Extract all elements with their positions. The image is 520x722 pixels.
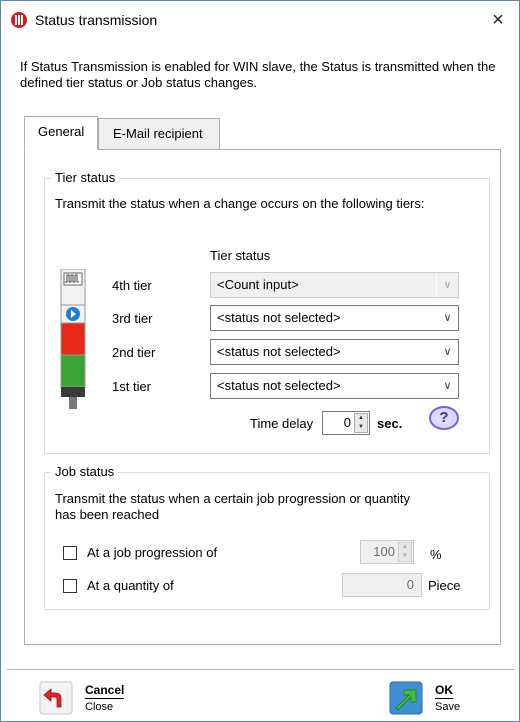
tier-3-status-select[interactable]: <status not selected> ∨	[210, 305, 459, 331]
window-title: Status transmission	[35, 12, 158, 28]
job-progression-checkbox[interactable]	[63, 546, 77, 560]
chevron-down-icon[interactable]: ∨	[436, 374, 458, 398]
tier-4-status-select: <Count input> ∨	[210, 272, 459, 298]
ok-title: OK	[435, 683, 453, 699]
chevron-down-icon[interactable]: ∨	[436, 340, 458, 364]
tier-4-status-value: <Count input>	[217, 277, 299, 292]
tier-2-status-value: <status not selected>	[217, 344, 341, 359]
cancel-title: Cancel	[85, 683, 125, 699]
tier-3-status-value: <status not selected>	[217, 310, 341, 325]
quantity-unit: Piece	[428, 578, 461, 593]
ok-button[interactable]: OK Save	[389, 681, 499, 717]
tier-1-status-select[interactable]: <status not selected> ∨	[210, 373, 459, 399]
job-progression-label: At a job progression of	[87, 545, 218, 560]
quantity-label: At a quantity of	[87, 578, 174, 593]
tier-label-3rd: 3rd tier	[112, 311, 153, 326]
close-icon[interactable]: ×	[483, 5, 513, 35]
job-progression-value: 100	[373, 544, 395, 559]
time-delay-spinner[interactable]: 0 ▲ ▼	[322, 411, 370, 435]
ok-subtitle: Save	[435, 701, 461, 713]
tab-general[interactable]: General	[24, 116, 98, 150]
chevron-down-icon: ∨	[436, 273, 458, 297]
tier-1-status-value: <status not selected>	[217, 378, 341, 393]
undo-arrow-icon	[39, 681, 73, 715]
time-delay-unit: sec.	[377, 416, 403, 431]
job-progression-spinner[interactable]: 100 ▲ ▼	[360, 540, 414, 564]
tier-status-description: Transmit the status when a change occurs…	[55, 196, 425, 211]
quantity-value: 0	[406, 577, 414, 592]
job-progression-unit: %	[430, 547, 442, 562]
chevron-down-icon[interactable]: ∨	[436, 306, 458, 330]
spin-buttons-icon[interactable]: ▲ ▼	[354, 413, 368, 433]
app-logo-icon	[11, 12, 27, 28]
quantity-input[interactable]: 0	[342, 573, 422, 597]
cancel-subtitle: Close	[85, 701, 114, 713]
title-bar: Status transmission ×	[1, 1, 519, 39]
info-description: If Status Transmission is enabled for WI…	[20, 59, 496, 90]
tier-2-status-select[interactable]: <status not selected> ∨	[210, 339, 459, 365]
job-status-group: Job status Transmit the status when a ce…	[44, 464, 490, 610]
cancel-button[interactable]: Cancel Close	[39, 681, 149, 717]
signal-tower-icon	[60, 269, 86, 409]
time-delay-value: 0	[343, 415, 351, 430]
job-status-legend: Job status	[51, 464, 119, 479]
tier-label-4th: 4th tier	[112, 278, 152, 293]
tier-status-column-header: Tier status	[210, 248, 271, 263]
tier-label-1st: 1st tier	[112, 379, 152, 394]
tier-status-legend: Tier status	[51, 170, 120, 185]
quantity-checkbox[interactable]	[63, 579, 77, 593]
footer-divider	[7, 669, 515, 670]
save-arrow-icon	[389, 681, 423, 715]
time-delay-label: Time delay	[250, 416, 314, 431]
tab-email-recipient[interactable]: E-Mail recipient	[98, 118, 220, 150]
spin-buttons-icon[interactable]: ▲ ▼	[398, 542, 412, 562]
job-status-description: Transmit the status when a certain job p…	[55, 491, 411, 522]
general-tab-panel: Tier status Transmit the status when a c…	[24, 149, 501, 645]
dialog-window: Status transmission × If Status Transmis…	[0, 0, 520, 722]
tier-label-2nd: 2nd tier	[112, 345, 156, 360]
tier-status-group: Tier status Transmit the status when a c…	[44, 170, 490, 454]
help-icon[interactable]: ?	[429, 406, 459, 430]
